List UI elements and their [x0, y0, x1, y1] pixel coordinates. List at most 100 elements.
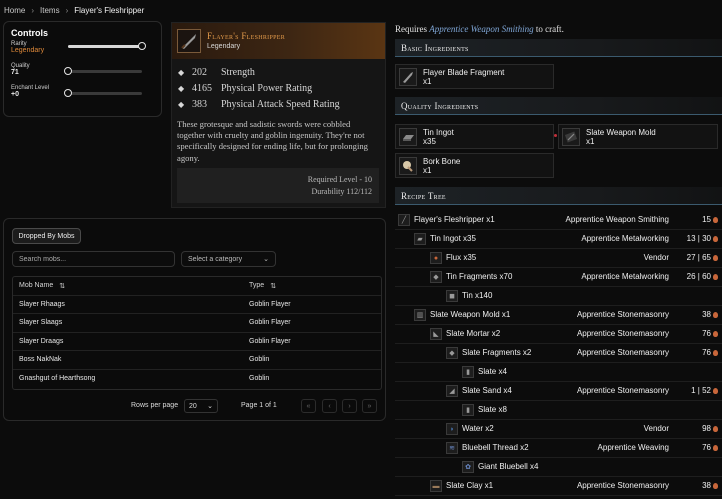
ingredient-qty: x1 [586, 136, 595, 146]
ingredient-card[interactable]: Tin Ingot x35 [395, 124, 554, 149]
ingredient-qty: x35 [423, 136, 436, 146]
sort-icon: ⇅ [59, 282, 66, 290]
recipe-item-name: Tin Ingot x35 [430, 234, 476, 243]
recipe-level-value: 13 | 30 [686, 234, 711, 243]
enchant-slider-thumb[interactable] [64, 89, 72, 97]
stat-value: 4165 [192, 82, 212, 94]
recipe-item-name: Bluebell Thread x2 [462, 443, 529, 452]
ingredient-card[interactable]: Slate Weapon Mold x1 [558, 124, 718, 149]
enchant-slider[interactable] [64, 89, 142, 97]
recipe-row[interactable]: ≋ Bluebell Thread x2 Apprentice Weaving 76 [395, 439, 722, 458]
ingredient-card[interactable]: Flayer Blade Fragment x1 [395, 64, 554, 89]
prev-page-button[interactable]: ‹ [322, 399, 337, 413]
ingredient-name: Slate Weapon Mold [586, 127, 656, 137]
recipe-item-name: Flux x35 [446, 253, 477, 262]
flame-icon [713, 444, 718, 451]
ingredient-card[interactable]: Bork Bone x1 [395, 153, 554, 178]
breadcrumb-home[interactable]: Home [4, 6, 25, 15]
recipe-row[interactable]: ◣ Slate Mortar x2 Apprentice Stonemasonry 7… [395, 325, 722, 344]
recipe-row[interactable]: ▬ Slate Clay x1 Apprentice Stonemasonry 38 [395, 477, 722, 496]
recipe-row[interactable]: ◢ Slate Sand x4 Apprentice Stonemasonry 1 |… [395, 382, 722, 401]
clay-icon: ▬ [430, 480, 442, 492]
stat-value: 202 [192, 66, 207, 78]
next-page-button[interactable]: › [342, 399, 357, 413]
recipe-level: 27 | 65 [687, 253, 718, 262]
recipe-row[interactable]: ▥ Slate Weapon Mold x1 Apprentice Stonemas… [395, 306, 722, 325]
recipe-item-name: Tin Fragments x70 [446, 272, 513, 281]
recipe-level: 76 [702, 348, 718, 357]
rows-per-page-select[interactable]: 20 ⌄ [184, 399, 218, 413]
table-row[interactable]: Slayer Slaags Goblin Flayer [13, 314, 381, 333]
stat-row: ◆ 202 Strength [178, 64, 379, 80]
search-mobs-input[interactable] [12, 251, 175, 267]
status-dot [554, 134, 557, 137]
stat-value: 383 [192, 98, 207, 110]
recipe-level-value: 76 [702, 329, 711, 338]
recipe-row[interactable]: ▮ Slate x4 [395, 363, 722, 382]
requires-skill-link[interactable]: Apprentice Weapon Smithing [429, 24, 533, 34]
chevron-right-icon: › [65, 6, 69, 15]
breadcrumb-items[interactable]: Items [40, 6, 60, 15]
chevron-right-icon: › [348, 402, 351, 410]
recipe-row[interactable]: ╱ Flayer's Fleshripper x1 Apprentice Weapo… [395, 211, 722, 230]
table-row[interactable]: Gnashgut of Hearthsong Goblin [13, 370, 381, 389]
recipe-level-value: 98 [702, 424, 711, 433]
flame-icon [713, 482, 718, 489]
flux-icon: ● [430, 252, 442, 264]
section-quality-ingredients: Quality Ingredients [395, 97, 722, 115]
recipe-item-name: Slate Sand x4 [462, 386, 512, 395]
rarity-control: Rarity Legendary [11, 41, 154, 63]
quality-slider[interactable] [64, 67, 142, 75]
ingredient-qty: x1 [423, 76, 432, 86]
recipe-level-value: 27 | 65 [686, 253, 711, 262]
recipe-skill: Apprentice Metalworking [581, 234, 669, 243]
recipe-skill: Vendor [643, 253, 669, 262]
last-page-button[interactable]: » [362, 399, 377, 413]
section-basic-ingredients: Basic Ingredients [395, 39, 722, 57]
thread-icon: ≋ [446, 442, 458, 454]
category-select-value: Select a category [188, 255, 243, 263]
stat-name: Strength [221, 66, 255, 78]
rarity-slider[interactable] [68, 42, 146, 50]
recipe-level-value: 38 [702, 310, 711, 319]
table-row[interactable]: Boss NakNak Goblin [13, 351, 381, 370]
mob-name: Boss NakNak [19, 356, 62, 364]
item-card: Flayer's Fleshripper Legendary ◆ 202 Str… [171, 22, 386, 208]
ingot-icon: ▰ [414, 233, 426, 245]
recipe-skill: Apprentice Metalworking [581, 272, 669, 281]
category-select[interactable]: Select a category ⌄ [181, 251, 276, 267]
recipe-skill: Vendor [643, 424, 669, 433]
quality-control: Quality 71 [11, 63, 154, 85]
ingredient-qty: x1 [423, 165, 432, 175]
recipe-level: 76 [702, 443, 718, 452]
flame-icon [713, 235, 718, 242]
recipe-row[interactable]: ● Flux x35 Vendor 27 | 65 [395, 249, 722, 268]
column-label: Type [249, 282, 265, 290]
first-page-button[interactable]: « [301, 399, 316, 413]
slate-icon: ▮ [462, 404, 474, 416]
item-requirements: Required Level - 10 Durability 112/112 [177, 168, 379, 203]
recipe-level-value: 15 [702, 215, 711, 224]
recipe-row[interactable]: ◗ Water x2 Vendor 98 [395, 420, 722, 439]
column-header-type[interactable]: Type ⇅ [245, 282, 276, 290]
rarity-slider-thumb[interactable] [138, 42, 146, 50]
recipe-row[interactable]: ◼ Tin x140 [395, 287, 722, 306]
table-row[interactable]: Slayer Rhaags Goblin Flayer [13, 296, 381, 314]
recipe-row[interactable]: ◆ Tin Fragments x70 Apprentice Metalworkin… [395, 268, 722, 287]
diamond-icon: ◆ [178, 99, 185, 109]
table-row[interactable]: Slayer Draags Goblin Flayer [13, 333, 381, 351]
stat-name: Physical Attack Speed Rating [221, 98, 340, 110]
tab-dropped-by-mobs[interactable]: Dropped By Mobs [12, 228, 81, 244]
recipe-row[interactable]: ◆ Slate Fragments x2 Apprentice Stonemason… [395, 344, 722, 363]
flame-icon [713, 254, 718, 261]
chevron-right-icon: › [31, 6, 35, 15]
quality-slider-thumb[interactable] [64, 67, 72, 75]
recipe-item-name: Slate Mortar x2 [446, 329, 501, 338]
recipe-row[interactable]: ▰ Tin Ingot x35 Apprentice Metalworking 13 … [395, 230, 722, 249]
recipe-row[interactable]: ✿ Giant Bluebell x4 [395, 458, 722, 477]
column-header-mob-name[interactable]: Mob Name ⇅ [13, 282, 245, 290]
recipe-row[interactable]: ▮ Slate x8 [395, 401, 722, 420]
recipe-item-name: Tin x140 [462, 291, 493, 300]
page-indicator: Page 1 of 1 [241, 402, 277, 409]
flower-icon: ✿ [462, 461, 474, 473]
